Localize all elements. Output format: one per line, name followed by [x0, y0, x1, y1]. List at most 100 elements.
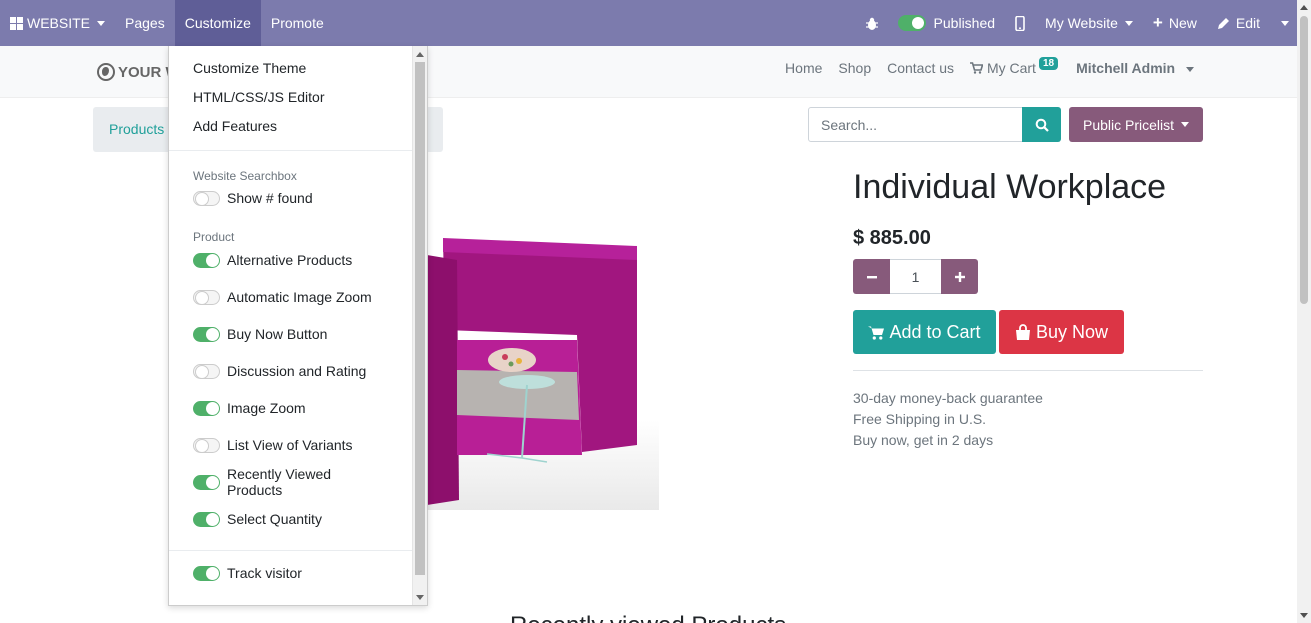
scroll-down-arrow-icon[interactable]	[416, 595, 424, 600]
website-selector-label: My Website	[1045, 15, 1118, 31]
cart-icon	[970, 62, 984, 74]
edit-dropdown-toggle[interactable]	[1270, 0, 1297, 46]
globe-icon	[97, 63, 115, 81]
toggle-recently-viewed[interactable]: Recently Viewed Products	[169, 466, 413, 498]
publish-toggle[interactable]: Published	[888, 0, 1006, 46]
toggle-image-zoom[interactable]: Image Zoom	[169, 397, 413, 419]
menu-content: Customize Theme HTML/CSS/JS Editor Add F…	[169, 46, 413, 584]
mobile-preview-button[interactable]	[1005, 0, 1035, 46]
toggle-switch	[193, 252, 220, 268]
menu-section-product: Product	[193, 230, 235, 244]
chevron-down-icon	[1181, 122, 1190, 127]
customize-dropdown-menu: Customize Theme HTML/CSS/JS Editor Add F…	[168, 46, 428, 606]
nav-cart[interactable]: My Cart 18	[970, 57, 1059, 76]
toggle-automatic-image-zoom[interactable]: Automatic Image Zoom	[169, 286, 413, 308]
toggle-label: Track visitor	[227, 565, 302, 581]
buy-now-label: Buy Now	[1035, 321, 1109, 342]
minus-icon	[866, 275, 877, 278]
menu-scroll-thumb[interactable]	[415, 62, 425, 575]
toggle-label: Recently Viewed Products	[227, 466, 332, 498]
toggle-label: Alternative Products	[227, 252, 353, 268]
cart-icon	[868, 326, 885, 340]
toggle-track-visitor[interactable]: Track visitor	[169, 562, 413, 584]
toggle-label: Buy Now Button	[227, 326, 328, 342]
toggle-label: Select Quantity	[227, 511, 322, 527]
toggle-switch	[193, 289, 220, 305]
page-scrollbar[interactable]	[1297, 0, 1311, 623]
menu-html-css-js-editor[interactable]: HTML/CSS/JS Editor	[169, 83, 413, 112]
menu-add-features[interactable]: Add Features	[169, 112, 413, 141]
edit-button[interactable]: Edit	[1207, 0, 1270, 46]
breadcrumb-products[interactable]: Products	[109, 121, 164, 137]
guarantee-line: Buy now, get in 2 days	[853, 432, 994, 448]
pencil-icon	[1217, 17, 1229, 29]
new-button[interactable]: + New	[1143, 0, 1207, 46]
toggle-label: Show # found	[227, 190, 313, 206]
toggle-switch	[193, 437, 220, 453]
menu-customize[interactable]: Customize	[174, 0, 261, 46]
nav-home[interactable]: Home	[785, 60, 822, 76]
app-label: WEBSITE	[27, 15, 91, 31]
site-nav: Home Shop Contact us My Cart 18 Mitchell …	[769, 57, 1194, 76]
search-icon	[1035, 118, 1049, 132]
menu-customize-theme[interactable]: Customize Theme	[169, 54, 413, 83]
new-label: New	[1168, 15, 1197, 31]
quantity-increase-button[interactable]	[941, 259, 978, 294]
chevron-down-icon	[97, 20, 106, 26]
pricelist-dropdown[interactable]: Public Pricelist	[1069, 107, 1203, 142]
toggle-label: List View of Variants	[227, 437, 353, 453]
toggle-label: Automatic Image Zoom	[227, 289, 372, 305]
quantity-input[interactable]	[890, 259, 941, 294]
pricelist-label: Public Pricelist	[1082, 116, 1175, 133]
toggle-discussion-rating[interactable]: Discussion and Rating	[169, 360, 413, 382]
add-to-cart-label: Add to Cart	[889, 321, 981, 342]
toggle-switch	[193, 400, 220, 416]
nav-contact[interactable]: Contact us	[887, 60, 954, 76]
menu-scrollbar[interactable]	[412, 46, 427, 605]
toggle-switch	[193, 474, 220, 490]
product-image[interactable]	[427, 230, 659, 510]
section-heading: Recently viewed Products	[510, 612, 786, 623]
toggle-alternative-products[interactable]: Alternative Products	[169, 249, 413, 271]
scroll-up-arrow-icon[interactable]	[1300, 5, 1308, 10]
page-scroll-thumb[interactable]	[1300, 16, 1308, 304]
toggle-select-quantity[interactable]: Select Quantity	[169, 508, 413, 530]
cart-label: My Cart	[986, 60, 1036, 76]
scroll-down-arrow-icon[interactable]	[1300, 613, 1308, 618]
published-label: Published	[933, 15, 996, 31]
toggle-buy-now-button[interactable]: Buy Now Button	[169, 323, 413, 345]
plus-icon	[954, 271, 965, 282]
user-name: Mitchell Admin	[1076, 60, 1176, 76]
toggle-list-view-variants[interactable]: List View of Variants	[169, 434, 413, 456]
apps-menu-button[interactable]: WEBSITE	[0, 0, 115, 46]
divider	[853, 370, 1203, 371]
search-input[interactable]	[808, 107, 1023, 142]
guarantee-line: 30-day money-back guarantee	[853, 390, 1043, 406]
toggle-switch	[193, 511, 220, 527]
guarantee-line: Free Shipping in U.S.	[853, 411, 987, 427]
apps-grid-icon	[10, 16, 23, 30]
chevron-down-icon	[1281, 20, 1289, 26]
toggle-switch	[193, 363, 220, 379]
debug-button[interactable]	[856, 0, 888, 46]
user-menu[interactable]: Mitchell Admin	[1076, 60, 1194, 76]
chevron-down-icon	[1124, 20, 1133, 26]
published-switch	[897, 15, 926, 31]
nav-shop[interactable]: Shop	[838, 60, 871, 76]
menu-pages[interactable]: Pages	[115, 0, 175, 46]
website-selector[interactable]: My Website	[1035, 0, 1143, 46]
toggle-label: Image Zoom	[227, 400, 306, 416]
mobile-icon	[1015, 15, 1025, 31]
toggle-show-found[interactable]: Show # found	[169, 187, 413, 209]
add-to-cart-button[interactable]: Add to Cart	[853, 310, 996, 354]
buy-now-button[interactable]: Buy Now	[999, 310, 1124, 354]
toggle-switch	[193, 326, 220, 342]
quantity-decrease-button[interactable]	[853, 259, 890, 294]
search-button[interactable]	[1022, 107, 1061, 142]
plus-icon: +	[1152, 13, 1163, 32]
toggle-switch	[193, 565, 220, 581]
menu-promote[interactable]: Promote	[261, 0, 334, 46]
product-title: Individual Workplace	[853, 168, 1167, 206]
scroll-up-arrow-icon[interactable]	[416, 52, 424, 57]
menu-section-searchbox: Website Searchbox	[193, 169, 297, 183]
